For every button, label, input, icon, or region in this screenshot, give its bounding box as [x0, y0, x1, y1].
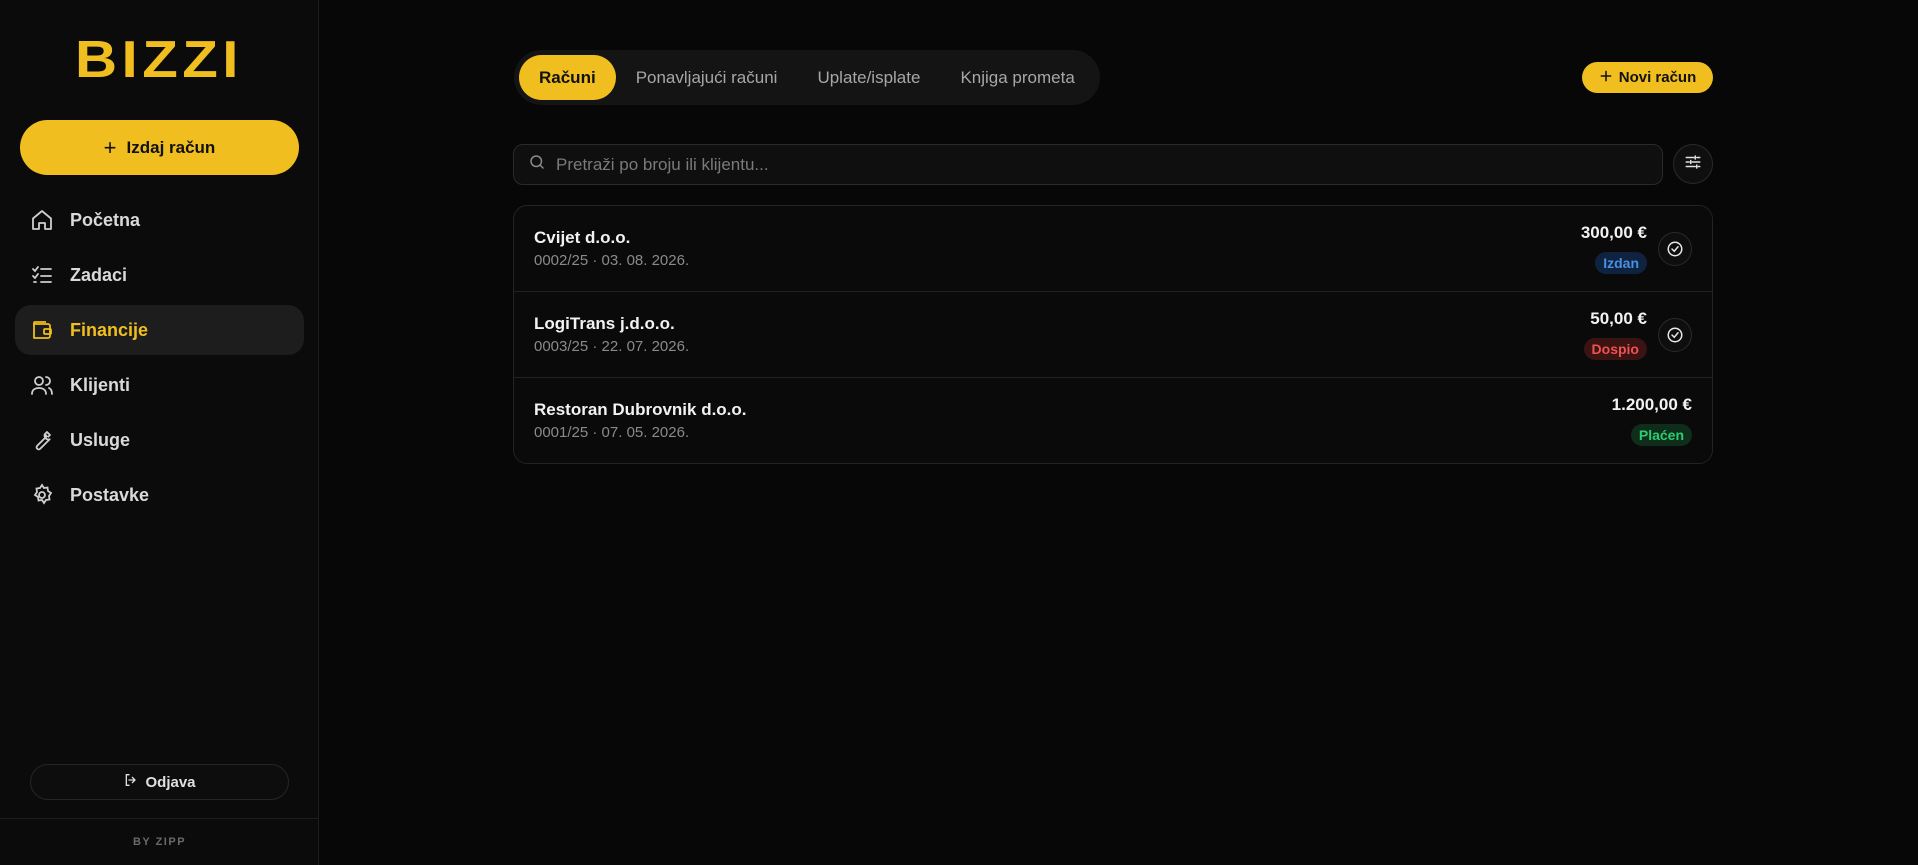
sidebar-item-label: Klijenti — [70, 374, 131, 395]
plus-icon: + — [103, 134, 117, 160]
invoice-meta: 0001/25 · 07. 05. 2026. — [534, 424, 690, 441]
invoice-amount: 50,00 € — [1590, 309, 1647, 328]
mark-paid-button[interactable] — [1658, 232, 1692, 266]
invoice-list: Cvijet d.o.o. 0002/25 · 03. 08. 2026. 30… — [513, 205, 1713, 464]
sidebar-item-label: Zadaci — [70, 264, 128, 285]
logout-label: Odjava — [145, 773, 196, 791]
home-icon — [30, 208, 54, 232]
sidebar: BIZZI + Izdaj račun Početna Zadaci Finan… — [0, 0, 319, 865]
wrench-icon — [30, 428, 54, 452]
new-invoice-label: Novi račun — [1618, 69, 1697, 86]
sidebar-footer: BY ZIPP — [0, 818, 319, 865]
issue-invoice-label: Izdaj račun — [126, 137, 216, 157]
sidebar-item-klijenti[interactable]: Klijenti — [15, 360, 304, 410]
wallet-icon — [30, 318, 54, 342]
sidebar-item-label: Postavke — [70, 484, 150, 505]
invoice-row[interactable]: LogiTrans j.d.o.o. 0003/25 · 22. 07. 202… — [514, 292, 1712, 378]
issue-invoice-button[interactable]: + Izdaj račun — [20, 120, 299, 175]
sidebar-item-postavke[interactable]: Postavke — [15, 470, 304, 520]
search-input[interactable] — [556, 154, 1636, 175]
search-icon — [528, 153, 546, 176]
new-invoice-button[interactable]: Novi račun — [1582, 62, 1713, 93]
sidebar-item-label: Usluge — [70, 429, 131, 450]
invoice-row[interactable]: Cvijet d.o.o. 0002/25 · 03. 08. 2026. 30… — [514, 206, 1712, 292]
sliders-icon — [1684, 153, 1702, 176]
check-circle-icon — [1667, 327, 1683, 343]
plus-icon — [1599, 69, 1613, 87]
sidebar-item-label: Financije — [70, 319, 149, 340]
invoice-amount: 1.200,00 € — [1611, 395, 1692, 414]
status-badge: Dospio — [1583, 338, 1647, 360]
invoice-meta: 0003/25 · 22. 07. 2026. — [534, 338, 690, 355]
status-badge: Plaćen — [1630, 424, 1692, 446]
tab-ponavljajuci-racuni[interactable]: Ponavljajući računi — [616, 55, 798, 100]
gear-icon — [30, 483, 54, 507]
check-circle-icon — [1667, 241, 1683, 257]
logout-button[interactable]: Odjava — [30, 764, 289, 800]
logout-icon — [123, 772, 139, 792]
sidebar-item-financije[interactable]: Financije — [15, 305, 304, 355]
search-bar — [513, 144, 1663, 185]
tab-uplate-isplate[interactable]: Uplate/isplate — [797, 55, 940, 100]
sidebar-item-usluge[interactable]: Usluge — [15, 415, 304, 465]
checklist-icon — [30, 263, 54, 287]
sidebar-item-pocetna[interactable]: Početna — [15, 195, 304, 245]
tab-racuni[interactable]: Računi — [519, 55, 616, 100]
mark-paid-button[interactable] — [1658, 318, 1692, 352]
invoice-row[interactable]: Restoran Dubrovnik d.o.o. 0001/25 · 07. … — [514, 378, 1712, 463]
sidebar-item-zadaci[interactable]: Zadaci — [15, 250, 304, 300]
sidebar-nav: Početna Zadaci Financije Klijenti Usluge — [15, 195, 304, 525]
sidebar-item-label: Početna — [70, 209, 141, 230]
tab-knjiga-prometa[interactable]: Knjiga prometa — [940, 55, 1094, 100]
filter-button[interactable] — [1673, 144, 1713, 184]
invoice-client: Cvijet d.o.o. — [534, 228, 631, 247]
finance-tabs: Računi Ponavljajući računi Uplate/isplat… — [514, 50, 1100, 105]
invoice-amount: 300,00 € — [1580, 223, 1647, 242]
users-icon — [30, 373, 54, 397]
app-logo[interactable]: BIZZI — [75, 34, 263, 86]
invoice-meta: 0002/25 · 03. 08. 2026. — [534, 252, 690, 269]
invoice-client: LogiTrans j.d.o.o. — [534, 314, 675, 333]
invoice-client: Restoran Dubrovnik d.o.o. — [534, 400, 747, 419]
status-badge: Izdan — [1595, 252, 1647, 274]
